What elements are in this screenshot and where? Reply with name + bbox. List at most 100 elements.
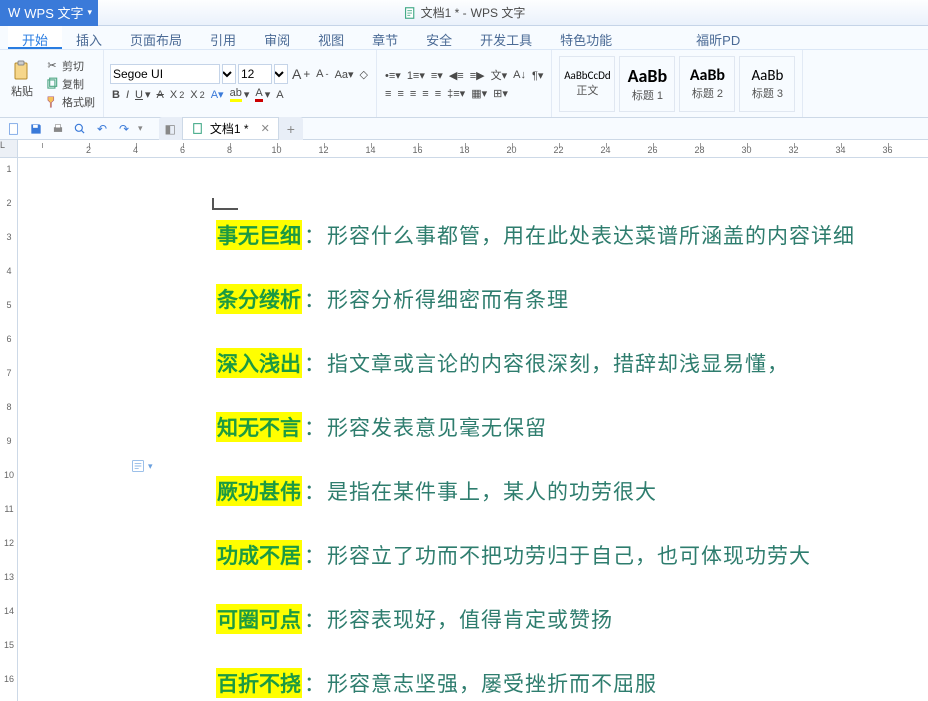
document-tab[interactable]: 文档1 * ✕ (182, 117, 279, 140)
tab-security[interactable]: 安全 (412, 26, 466, 49)
highlight-icon: ab (230, 87, 242, 102)
tab-chapter[interactable]: 章节 (358, 26, 412, 49)
idiom-term[interactable]: 事无巨细 (216, 220, 302, 250)
style-heading1[interactable]: AaBb标题 1 (619, 56, 675, 112)
bold-button[interactable]: B (110, 88, 122, 102)
document-content[interactable]: 事无巨细：形容什么事都管，用在此处表达菜谱所涵盖的内容详细条分缕析：形容分析得细… (216, 220, 876, 701)
work-area: 12345678910111213141516 事无巨细：形容什么事都管，用在此… (0, 158, 928, 701)
align-justify-button[interactable]: ≡ (420, 87, 430, 101)
bullets-button[interactable]: •≡▾ (383, 68, 403, 83)
undo-button[interactable]: ↶ (94, 121, 110, 137)
tab-foxit-pdf[interactable]: 福昕PD (682, 26, 754, 49)
idiom-term[interactable]: 厥功甚伟 (216, 476, 302, 506)
vertical-ruler[interactable]: 12345678910111213141516 (0, 158, 18, 701)
idiom-definition[interactable]: 形容立了功而不把功劳归于自己，也可体现功劳大 (327, 540, 811, 570)
tab-developer[interactable]: 开发工具 (466, 26, 546, 49)
change-case-button[interactable]: Aa▾ (333, 67, 356, 82)
tab-review[interactable]: 审阅 (250, 26, 304, 49)
idiom-term[interactable]: 百折不挠 (216, 668, 302, 698)
paragraph[interactable]: 百折不挠：形容意志坚强，屡受挫折而不屈服 (216, 668, 876, 698)
clear-format-button[interactable]: ◇ (358, 67, 370, 82)
tab-page-layout[interactable]: 页面布局 (116, 26, 196, 49)
text-effects-button[interactable]: A▾ (209, 87, 226, 102)
font-color-button[interactable]: A▾ (253, 86, 272, 103)
tab-blank1[interactable] (626, 26, 654, 49)
idiom-definition[interactable]: 是指在某件事上，某人的功劳很大 (327, 476, 657, 506)
idiom-term[interactable]: 知无不言 (216, 412, 302, 442)
decrease-indent-button[interactable]: ◀≡ (447, 68, 466, 83)
copy-button[interactable]: 复制 (42, 75, 97, 93)
distribute-button[interactable]: ≡ (433, 87, 443, 101)
align-center-button[interactable]: ≡ (395, 87, 405, 101)
tab-home[interactable]: 开始 (8, 26, 62, 49)
idiom-term[interactable]: 功成不居 (216, 540, 302, 570)
tab-insert[interactable]: 插入 (62, 26, 116, 49)
new-tab-button[interactable]: + (279, 121, 303, 137)
font-size-dropdown[interactable] (274, 64, 288, 84)
print-button[interactable] (50, 121, 66, 137)
font-family-dropdown[interactable] (222, 64, 236, 84)
idiom-definition[interactable]: 形容意志坚强，屡受挫折而不屈服 (327, 668, 657, 698)
idiom-definition[interactable]: 形容发表意见毫无保留 (327, 412, 547, 442)
format-painter-button[interactable]: 格式刷 (42, 93, 97, 111)
paste-button[interactable]: 粘贴 (6, 57, 38, 111)
paste-icon (10, 59, 34, 83)
borders-button[interactable]: ⊞▾ (491, 86, 510, 101)
paragraph-layout-button[interactable]: ▾ (130, 458, 153, 474)
paragraph[interactable]: 条分缕析：形容分析得细密而有条理 (216, 284, 876, 314)
italic-button[interactable]: I (124, 88, 131, 102)
numbering-button[interactable]: 1≡▾ (405, 68, 427, 83)
horizontal-ruler[interactable]: L 2468101214161820222426283032343638 (0, 140, 928, 158)
shrink-font-button[interactable]: A- (314, 67, 330, 81)
idiom-definition[interactable]: 形容表现好，值得肯定或赞扬 (327, 604, 613, 634)
subscript-button[interactable]: X2 (188, 88, 206, 102)
new-doc-button[interactable] (6, 121, 22, 137)
strikethrough-button[interactable]: A (155, 88, 166, 102)
redo-button[interactable]: ↷ (116, 121, 132, 137)
char-shading-button[interactable]: A (274, 88, 285, 102)
underline-button[interactable]: U▾ (133, 87, 152, 102)
cut-button[interactable]: ✂剪切 (42, 57, 97, 75)
idiom-definition[interactable]: 指文章或言论的内容很深刻，措辞却浅显易懂， (327, 348, 789, 378)
align-left-button[interactable]: ≡ (383, 87, 393, 101)
tab-references[interactable]: 引用 (196, 26, 250, 49)
close-tab-button[interactable]: ✕ (261, 122, 270, 135)
paragraph[interactable]: 厥功甚伟：是指在某件事上，某人的功劳很大 (216, 476, 876, 506)
paragraph[interactable]: 可圈可点：形容表现好，值得肯定或赞扬 (216, 604, 876, 634)
font-size-select[interactable] (238, 64, 272, 84)
tab-special[interactable]: 特色功能 (546, 26, 626, 49)
paragraph[interactable]: 深入浅出：指文章或言论的内容很深刻，措辞却浅显易懂， (216, 348, 876, 378)
document-canvas[interactable]: 事无巨细：形容什么事都管，用在此处表达菜谱所涵盖的内容详细条分缕析：形容分析得细… (18, 158, 928, 701)
style-normal[interactable]: AaBbCcDd正文 (559, 56, 615, 112)
multilevel-button[interactable]: ≡▾ (429, 68, 445, 83)
shading-button[interactable]: ▦▾ (469, 86, 489, 101)
save-button[interactable] (28, 121, 44, 137)
tab-view[interactable]: 视图 (304, 26, 358, 49)
print-preview-button[interactable] (72, 121, 88, 137)
highlight-button[interactable]: ab▾ (228, 86, 252, 103)
paragraph[interactable]: 功成不居：形容立了功而不把功劳归于自己，也可体现功劳大 (216, 540, 876, 570)
document-tab-label: 文档1 * (210, 120, 249, 137)
paragraph[interactable]: 事无巨细：形容什么事都管，用在此处表达菜谱所涵盖的内容详细 (216, 220, 876, 250)
style-heading2[interactable]: AaBb标题 2 (679, 56, 735, 112)
idiom-definition[interactable]: 形容什么事都管，用在此处表达菜谱所涵盖的内容详细 (327, 220, 855, 250)
superscript-button[interactable]: X2 (168, 88, 186, 102)
sort-button[interactable]: A↓ (511, 68, 528, 82)
text-direction-button[interactable]: 文▾ (489, 66, 510, 84)
idiom-term[interactable]: 深入浅出 (216, 348, 302, 378)
grow-font-button[interactable]: A+ (290, 65, 312, 83)
style-heading3[interactable]: AaBb标题 3 (739, 56, 795, 112)
tab-blank2[interactable] (654, 26, 682, 49)
tab-list-button[interactable]: ◧ (159, 122, 182, 136)
paragraph[interactable]: 知无不言：形容发表意见毫无保留 (216, 412, 876, 442)
qat-dropdown[interactable]: ▾ (138, 123, 143, 134)
app-menu-button[interactable]: W WPS 文字 ▾ (0, 0, 98, 26)
increase-indent-button[interactable]: ≡▶ (468, 68, 487, 83)
align-right-button[interactable]: ≡ (408, 87, 418, 101)
idiom-definition[interactable]: 形容分析得细密而有条理 (327, 284, 569, 314)
line-spacing-button[interactable]: ‡≡▾ (445, 86, 467, 101)
idiom-term[interactable]: 条分缕析 (216, 284, 302, 314)
font-family-select[interactable] (110, 64, 220, 84)
idiom-term[interactable]: 可圈可点 (216, 604, 302, 634)
show-marks-button[interactable]: ¶▾ (530, 68, 545, 83)
